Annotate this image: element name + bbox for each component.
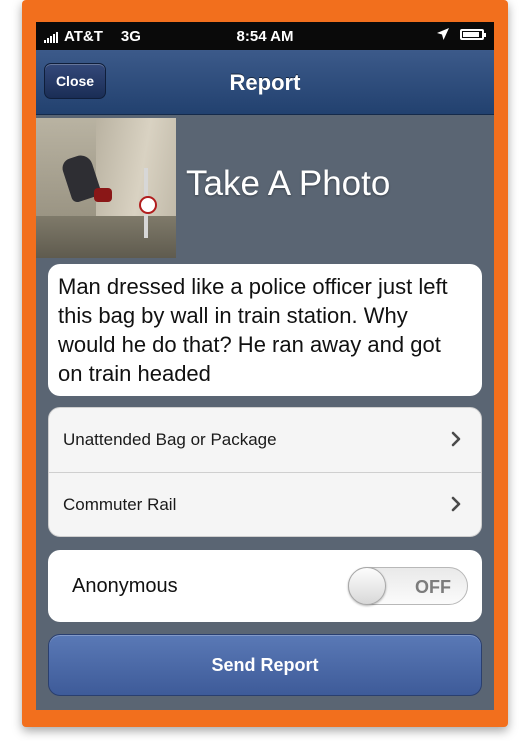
- navigation-bar: Close Report: [36, 50, 494, 115]
- toggle-state-text: OFF: [415, 577, 451, 597]
- category-row-location-type[interactable]: Commuter Rail: [49, 472, 481, 536]
- take-photo-label[interactable]: Take A Photo: [186, 164, 390, 204]
- location-arrow-icon: [437, 28, 449, 40]
- chevron-right-icon: [451, 496, 461, 512]
- photo-thumbnail[interactable]: [36, 118, 176, 258]
- category-list: Unattended Bag or Package Commuter Rail: [48, 407, 482, 537]
- category-label: Commuter Rail: [63, 495, 177, 514]
- phone-screen: AT&T 3G 8:54 AM Close Report Take A Phot…: [36, 22, 494, 710]
- send-report-button[interactable]: Send Report: [48, 634, 482, 696]
- battery-icon: [460, 28, 486, 40]
- anonymous-toggle[interactable]: OFF: [348, 567, 468, 605]
- status-bar: AT&T 3G 8:54 AM: [36, 22, 494, 50]
- status-time: 8:54 AM: [236, 28, 294, 45]
- category-label: Unattended Bag or Package: [63, 430, 277, 449]
- toggle-knob: [348, 567, 386, 605]
- page-title: Report: [229, 70, 301, 95]
- chevron-right-icon: [451, 431, 461, 447]
- description-textarea[interactable]: Man dressed like a police officer just l…: [48, 264, 482, 396]
- status-right-icons: [436, 27, 486, 41]
- category-row-incident-type[interactable]: Unattended Bag or Package: [49, 408, 481, 472]
- anonymous-label: Anonymous: [72, 574, 178, 597]
- anonymous-row: Anonymous OFF: [48, 550, 482, 622]
